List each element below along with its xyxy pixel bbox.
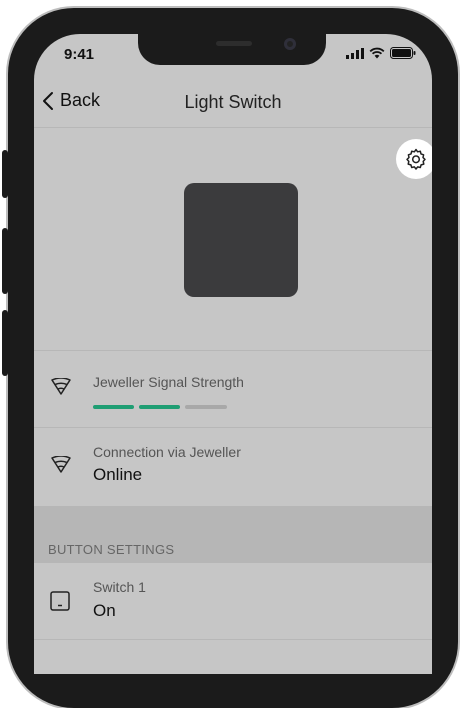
section-title: BUTTON SETTINGS bbox=[48, 542, 175, 557]
status-icons bbox=[346, 47, 416, 59]
connection-value: Online bbox=[93, 465, 143, 484]
signal-bar-2 bbox=[139, 405, 180, 409]
jeweller-signal-icon bbox=[51, 378, 71, 395]
wifi-icon bbox=[369, 47, 385, 59]
signal-bar-3 bbox=[185, 405, 227, 409]
speaker-grille bbox=[216, 41, 252, 46]
signal-strength-row[interactable]: Jeweller Signal Strength bbox=[34, 351, 432, 427]
side-button-volume-up bbox=[2, 228, 8, 294]
divider bbox=[34, 127, 432, 128]
front-camera bbox=[284, 38, 296, 50]
connection-label: Connection via Jeweller bbox=[93, 444, 241, 460]
section-header: BUTTON SETTINGS bbox=[34, 506, 432, 563]
signal-bar-1 bbox=[93, 405, 134, 409]
gear-icon bbox=[406, 148, 426, 170]
switch-1-label: Switch 1 bbox=[93, 579, 146, 595]
signal-strength-label: Jeweller Signal Strength bbox=[93, 374, 244, 390]
switch-1-row[interactable]: Switch 1 On bbox=[34, 563, 432, 639]
divider bbox=[34, 639, 432, 640]
cellular-signal-icon bbox=[346, 47, 364, 59]
navigation-bar: Back Light Switch bbox=[34, 74, 432, 128]
side-button-volume-down bbox=[2, 310, 8, 376]
device-image bbox=[184, 183, 298, 297]
battery-icon bbox=[390, 47, 416, 59]
notch bbox=[138, 34, 326, 65]
connection-row[interactable]: Connection via Jeweller Online bbox=[34, 428, 432, 506]
jeweller-connection-icon bbox=[51, 456, 71, 473]
switch-1-value: On bbox=[93, 601, 116, 620]
page-title: Light Switch bbox=[184, 92, 282, 112]
side-button-silent bbox=[2, 150, 8, 198]
settings-button[interactable] bbox=[396, 139, 432, 179]
app-screen: 9:41 Back Light Switch Jeweller Signal S… bbox=[34, 34, 432, 674]
status-time: 9:41 bbox=[64, 46, 95, 63]
switch-icon bbox=[50, 591, 70, 611]
